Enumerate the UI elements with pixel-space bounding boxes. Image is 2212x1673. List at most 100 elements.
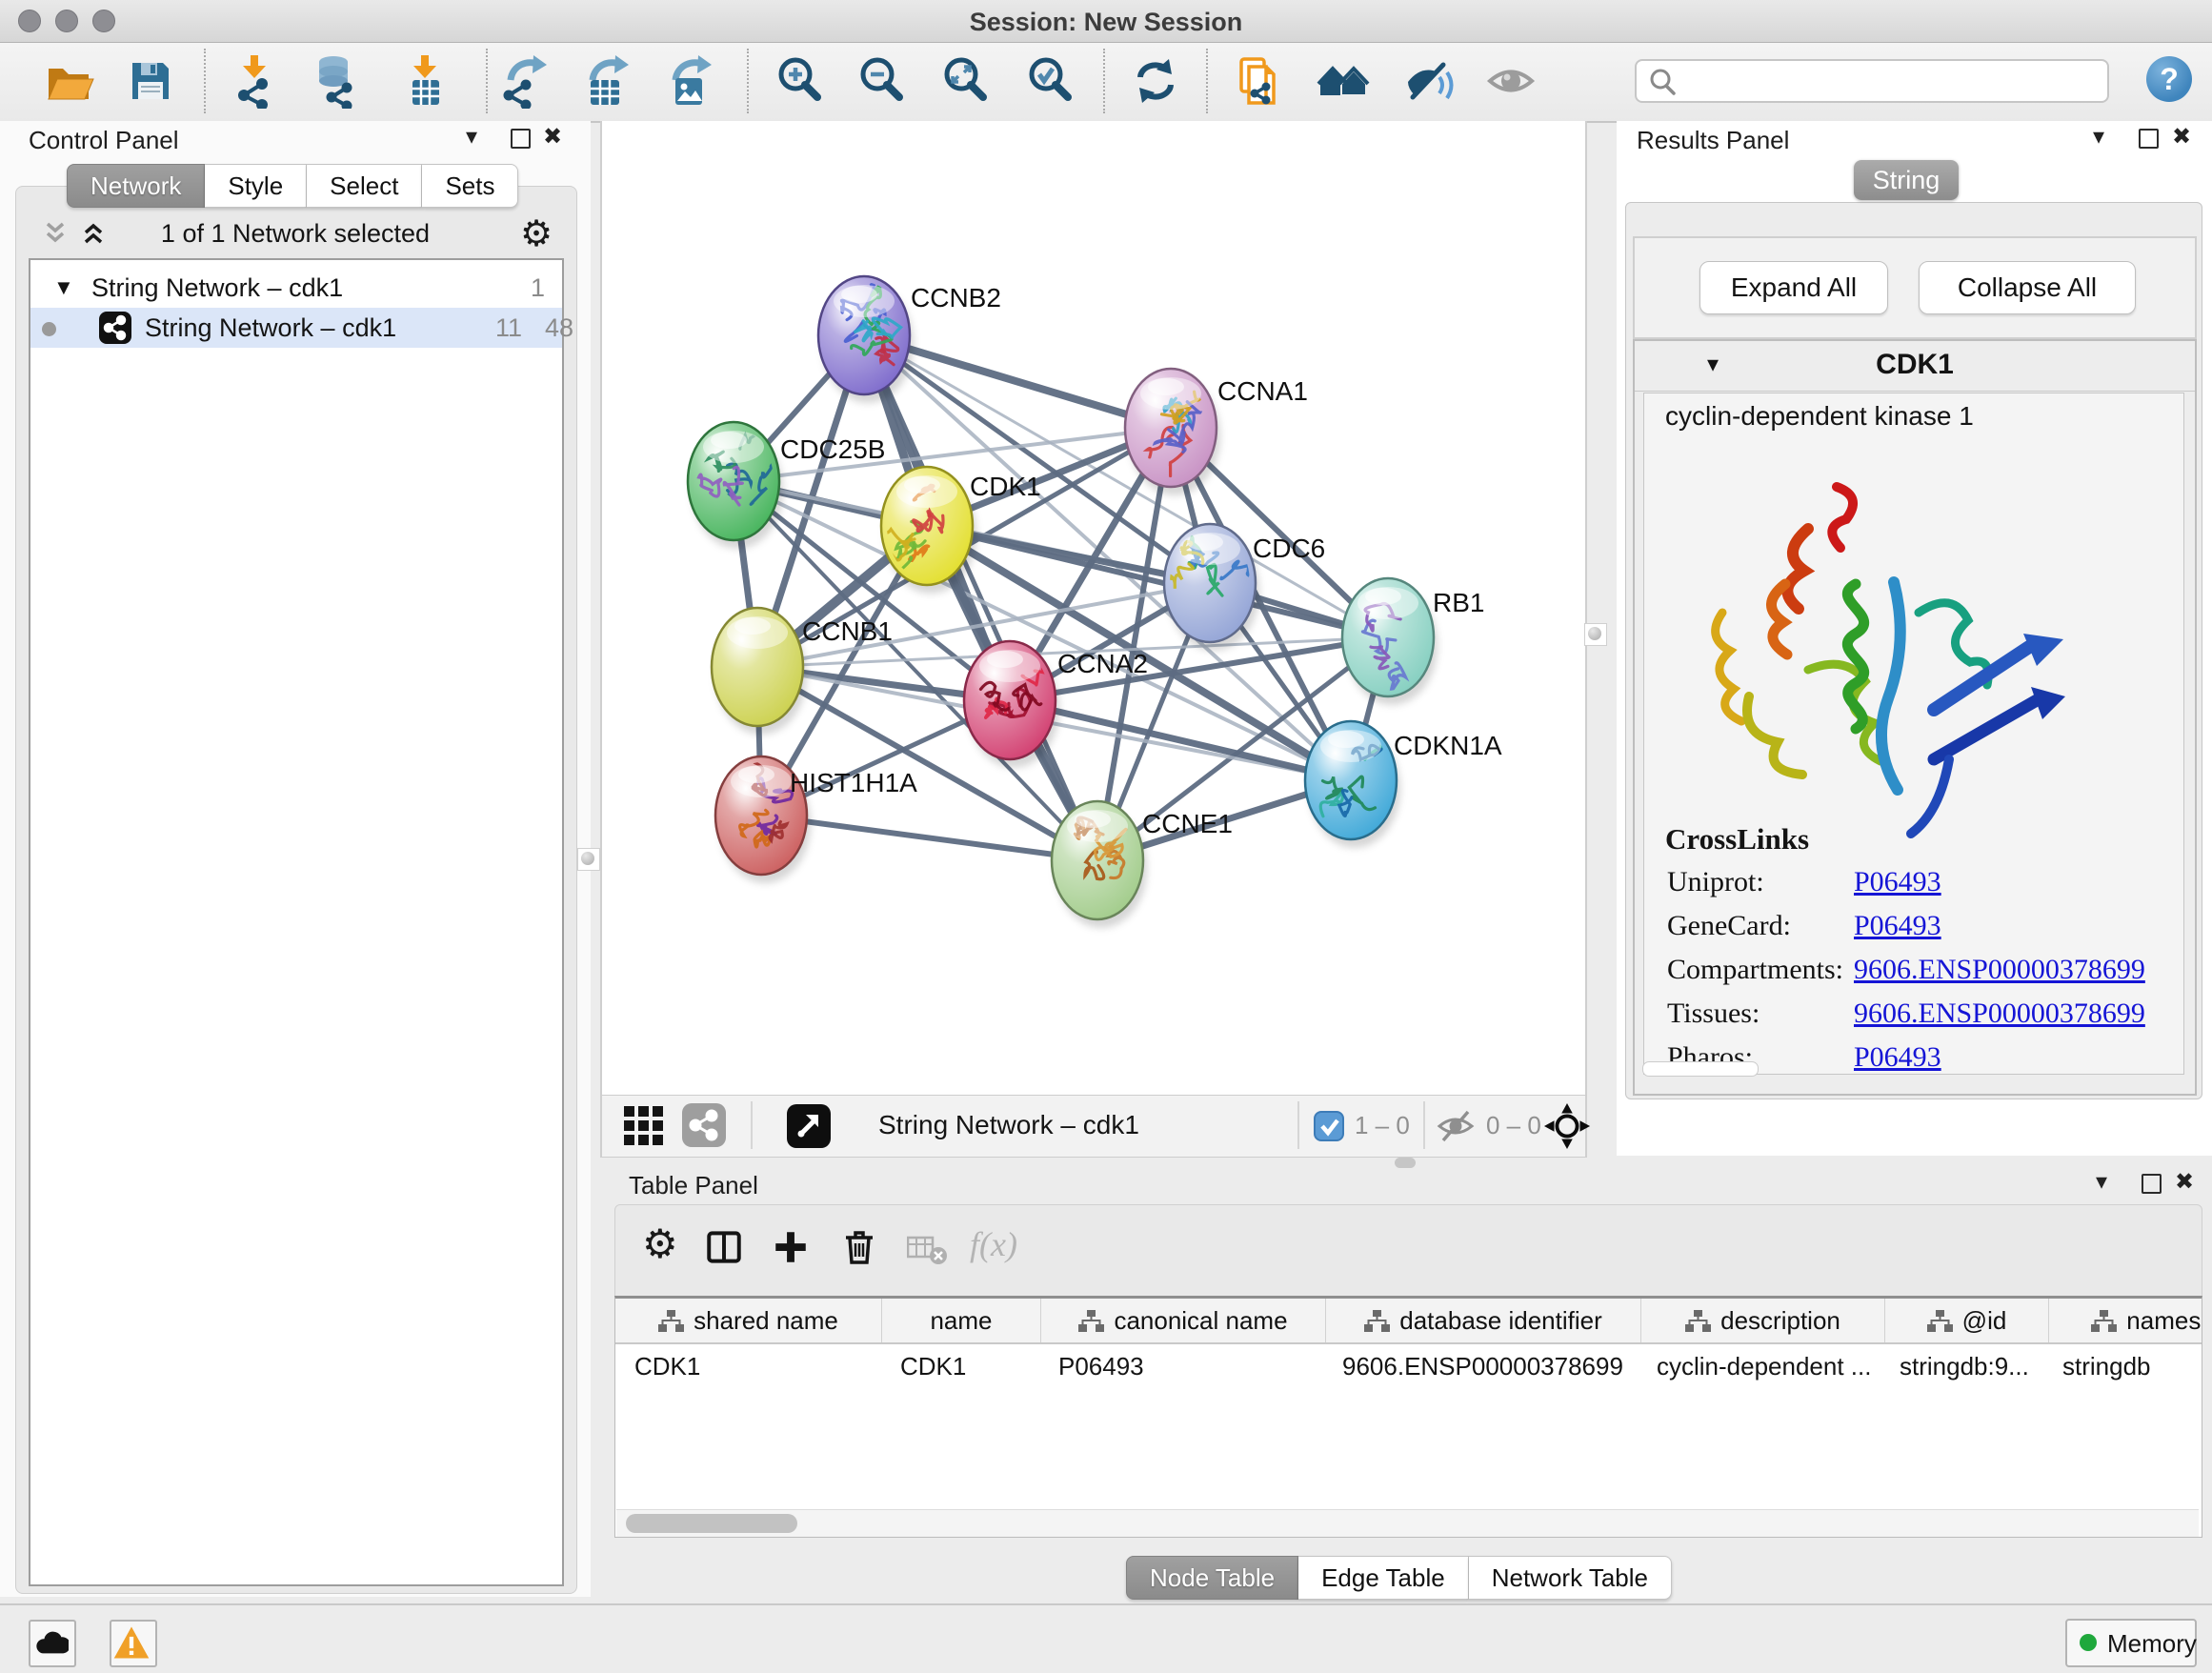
results-scrollbar[interactable]: [1642, 1061, 1759, 1077]
search-box: [1635, 59, 2109, 103]
network-row[interactable]: String Network – cdk1 11 48: [30, 308, 562, 348]
table-panel-close-icon[interactable]: ✖: [2175, 1171, 2194, 1194]
import-network-file-icon[interactable]: [231, 53, 286, 109]
search-input[interactable]: [1686, 63, 2100, 97]
column-header-@id[interactable]: @id: [1885, 1299, 2049, 1342]
tab-select[interactable]: Select: [307, 164, 422, 208]
tab-sets[interactable]: Sets: [422, 164, 518, 208]
crosslink-row: GeneCard:P06493: [1667, 910, 1941, 952]
gene-name: CDK1: [1635, 349, 2195, 381]
table-panel-float-icon[interactable]: [2142, 1174, 2162, 1194]
network-options-gear-icon[interactable]: ⚙: [520, 212, 553, 254]
collapse-all-networks-icon[interactable]: [40, 222, 70, 247]
network-node-CCNB1[interactable]: [712, 608, 807, 735]
results-panel-float-icon[interactable]: [2139, 129, 2159, 149]
zoom-selected-icon[interactable]: [1023, 53, 1078, 109]
network-collection-row[interactable]: ▼ String Network – cdk1 1: [30, 268, 562, 308]
new-network-from-selection-icon[interactable]: [1232, 53, 1287, 109]
column-header-label: database identifier: [1399, 1306, 1601, 1336]
network-node-CDC25B[interactable]: [688, 413, 783, 549]
cloud-button[interactable]: [29, 1620, 76, 1667]
crosslink-label: Compartments:: [1667, 954, 1854, 986]
tab-edge-table[interactable]: Edge Table: [1298, 1556, 1469, 1600]
network-node-CCNB2[interactable]: [818, 276, 914, 403]
tab-style[interactable]: Style: [205, 164, 307, 208]
export-table-icon[interactable]: [579, 53, 634, 109]
help-icon[interactable]: ?: [2146, 56, 2192, 102]
results-panel-menu-icon[interactable]: ▾: [2093, 126, 2104, 149]
table-hscrollbar-thumb[interactable]: [626, 1514, 797, 1533]
network-node-RB1[interactable]: [1342, 578, 1438, 705]
control-panel-close-icon[interactable]: ✖: [543, 126, 562, 149]
results-panel-close-icon[interactable]: ✖: [2172, 126, 2191, 149]
table-cell: P06493: [1039, 1344, 1323, 1388]
gene-result-header[interactable]: ▾ CDK1: [1635, 341, 2195, 392]
table-options-gear-icon[interactable]: ⚙: [642, 1220, 678, 1267]
refresh-view-icon[interactable]: [1128, 53, 1183, 109]
import-network-database-icon[interactable]: [311, 53, 366, 109]
table-panel-menu-icon[interactable]: ▾: [2096, 1171, 2107, 1194]
right-splitter-handle[interactable]: [1584, 623, 1607, 646]
home-icon[interactable]: [1317, 53, 1372, 109]
left-splitter-handle[interactable]: [577, 848, 600, 871]
node-label-CDC6: CDC6: [1253, 534, 1325, 563]
column-header-label: name: [930, 1306, 992, 1336]
import-table-icon[interactable]: [398, 53, 453, 109]
network-node-CDC6[interactable]: [1156, 523, 1262, 651]
column-header-shared-name[interactable]: shared name: [615, 1299, 882, 1342]
birdseye-view-icon[interactable]: [787, 1104, 831, 1148]
network-node-CCNA2[interactable]: [964, 641, 1059, 768]
export-image-icon[interactable]: [662, 53, 717, 109]
column-header-name[interactable]: name: [882, 1299, 1041, 1342]
tab-node-table[interactable]: Node Table: [1126, 1556, 1298, 1600]
column-header-description[interactable]: description: [1641, 1299, 1885, 1342]
network-node-CDK1[interactable]: [865, 467, 976, 594]
control-panel-float-icon[interactable]: [511, 129, 531, 149]
crosslink-link[interactable]: P06493: [1854, 866, 1941, 897]
crosslink-link[interactable]: 9606.ENSP00000378699: [1854, 998, 2145, 1029]
column-header-label: namespace: [2126, 1306, 2202, 1336]
expand-all-button[interactable]: Expand All: [1699, 261, 1888, 314]
crosslink-link[interactable]: 9606.ENSP00000378699: [1854, 954, 2145, 985]
crosslink-row: Tissues:9606.ENSP00000378699: [1667, 998, 2145, 1039]
toolbar-separator: [1206, 49, 1208, 113]
crosslink-link[interactable]: P06493: [1854, 1041, 1941, 1073]
column-header-namespace[interactable]: namespace: [2049, 1299, 2202, 1342]
network-node-CDKN1A[interactable]: [1305, 721, 1400, 848]
tree-expander-icon[interactable]: ▼: [53, 268, 74, 308]
share-view-icon[interactable]: [682, 1103, 726, 1147]
network-node-CCNE1[interactable]: [1052, 801, 1147, 928]
save-session-icon[interactable]: [123, 53, 178, 109]
show-hidden-icon[interactable]: [1483, 53, 1538, 109]
selected-checkbox-icon[interactable]: [1314, 1111, 1344, 1141]
control-panel-menu-icon[interactable]: ▾: [466, 126, 477, 149]
node-label-HIST1H1A: HIST1H1A: [790, 768, 917, 797]
add-column-icon[interactable]: [774, 1228, 808, 1266]
delete-column-icon[interactable]: [842, 1228, 876, 1266]
hide-selected-icon[interactable]: [1400, 53, 1456, 109]
crosslink-link[interactable]: P06493: [1854, 910, 1941, 941]
column-header-canonical-name[interactable]: canonical name: [1041, 1299, 1326, 1342]
column-header-database-identifier[interactable]: database identifier: [1326, 1299, 1641, 1342]
zoom-fit-icon[interactable]: [938, 53, 994, 109]
pan-crosshair-icon[interactable]: [1543, 1102, 1591, 1150]
table-cell: CDK1: [881, 1344, 1039, 1388]
zoom-out-icon[interactable]: [855, 53, 910, 109]
tab-network-table[interactable]: Network Table: [1469, 1556, 1672, 1600]
hidden-eye-icon[interactable]: [1436, 1109, 1476, 1143]
node-label-CCNE1: CCNE1: [1142, 809, 1233, 838]
warning-button[interactable]: [110, 1620, 157, 1667]
tab-network[interactable]: Network: [67, 164, 205, 208]
grid-view-icon[interactable]: [623, 1105, 665, 1147]
zoom-in-icon[interactable]: [773, 53, 828, 109]
export-network-icon[interactable]: [497, 53, 553, 109]
open-session-icon[interactable]: [41, 53, 96, 109]
tab-string[interactable]: String: [1854, 160, 1959, 200]
table-cell: stringdb: [2043, 1344, 2202, 1388]
table-row[interactable]: CDK1CDK1P064939606.ENSP00000378699cyclin…: [615, 1344, 2202, 1388]
memory-button[interactable]: Memory: [2065, 1619, 2197, 1667]
memory-status-icon: [2079, 1633, 2098, 1652]
show-columns-icon[interactable]: [707, 1228, 741, 1266]
collapse-all-button[interactable]: Collapse All: [1919, 261, 2136, 314]
network-canvas[interactable]: CCNB2CCNA1CDC25BCDK1CDC6RB1CCNB1CCNA2CDK…: [600, 121, 1587, 1095]
